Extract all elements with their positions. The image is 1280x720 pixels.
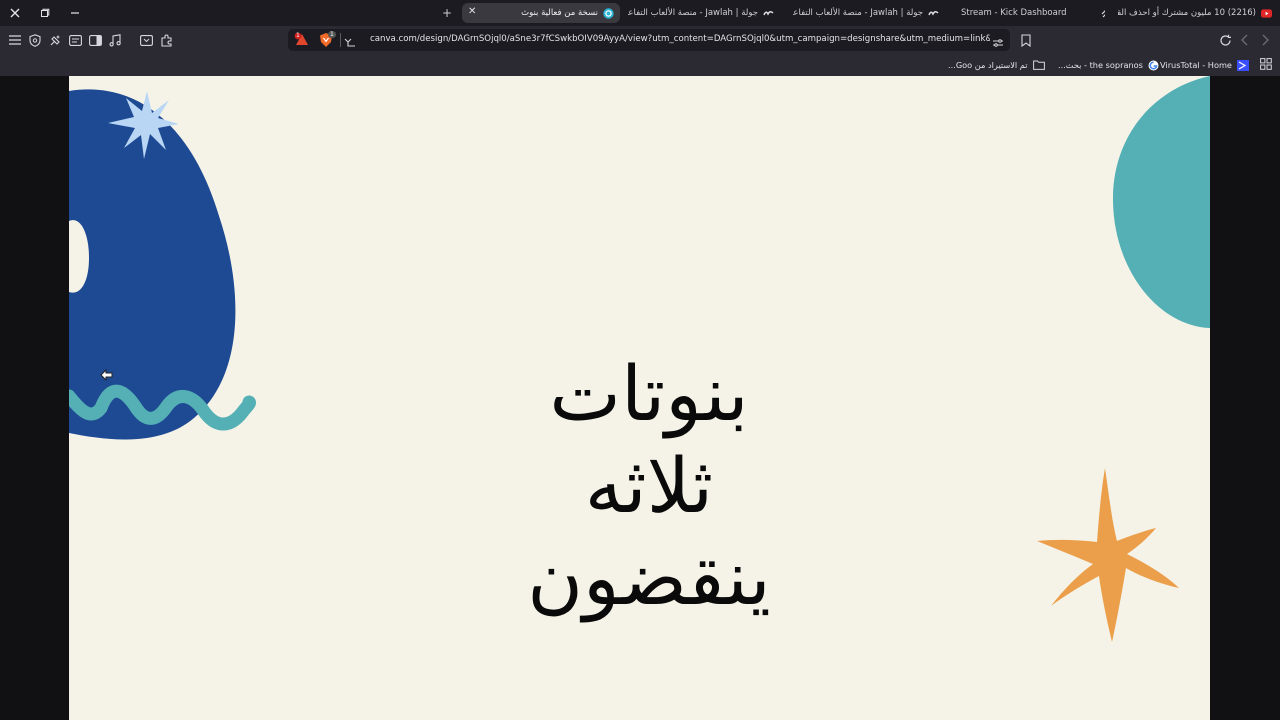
teal-half-circle [1112,76,1210,328]
title-line-2: ثلاثه [584,441,714,530]
google-icon [1148,60,1159,71]
restore-window-button[interactable] [30,0,60,26]
bookmark-virustotal[interactable]: VirusTotal - Home [1160,58,1249,72]
slide-title: بنوتات ثلاثه ينقضون [399,348,899,624]
tab-title: نسخة من فعالية بنوث [521,8,598,18]
apps-grid-button[interactable] [1260,58,1272,72]
presentation-viewport: بنوتات ثلاثه ينقضون [0,76,1280,720]
menu-icon[interactable] [7,32,23,48]
reading-list-icon[interactable] [67,32,83,48]
minimize-icon [71,12,79,14]
tab-jawlah-2[interactable]: جولة | Jawlah - منصة الألعاب التفاعلية [793,3,945,23]
extensions-icon[interactable] [158,32,174,48]
canva-icon [603,7,614,19]
brave-shield-icon[interactable]: 1 [318,31,336,48]
close-icon[interactable]: ✕ [468,6,476,17]
tab-jawlah-1[interactable]: جولة | Jawlah - منصة الألعاب التفاعلية [628,3,780,23]
url-text[interactable]: canva.com/design/DAGrnSOjql0/aSne3r7fCSw… [370,34,990,44]
bookmark-sopranos[interactable]: the sopranos - بحث... [1058,58,1159,72]
bookmark-label: VirusTotal - Home [1160,60,1232,70]
minimize-window-button[interactable] [60,0,90,26]
orange-star [1037,468,1179,642]
vpn-shield-icon[interactable] [27,32,43,48]
bookmark-label: تم الاستيراد من Goo... [948,60,1028,70]
tab-title: Stream - Kick Dashboard [961,8,1067,18]
ai-chat-icon[interactable] [47,32,63,48]
new-tab-button[interactable]: + [440,3,454,23]
bookmark-label: the sopranos - بحث... [1058,60,1143,70]
address-bar[interactable]: 1 1 canva.com/design/DAGrnSOjql0/aSne3r7… [288,29,1010,51]
back-icon[interactable] [1237,32,1253,48]
url-divider [340,33,341,47]
slide[interactable]: بنوتات ثلاثه ينقضون [69,76,1210,720]
bookmark-imported[interactable]: تم الاستيراد من Goo... [948,58,1045,72]
bookmarks-bar: تم الاستيراد من Goo... the sopranos - بح… [0,54,1280,76]
tab-bar: + نسخة من فعالية بنوث ✕ جولة | Jawlah - … [0,0,1280,26]
site-settings-icon[interactable] [992,34,1004,53]
folder-icon [1032,60,1045,70]
reload-icon[interactable] [1217,32,1233,48]
cursor-icon [100,367,114,382]
screenshot-icon[interactable] [138,32,154,48]
tab-title: جولة | Jawlah - منصة الألعاب التفاعلية [793,8,923,18]
title-line-1: بنوتات [549,349,749,438]
share-link-icon[interactable] [344,33,357,52]
tab-kick[interactable]: Stream - Kick Dashboard [955,3,1105,23]
jawlah-icon [928,8,939,19]
close-window-button[interactable] [0,0,30,26]
dark-blue-blob [69,89,236,440]
jawlah-icon [763,8,774,19]
youtube-icon [1261,8,1272,19]
virustotal-icon [1236,59,1249,71]
grid-icon [1260,58,1272,72]
shield-badge: 1 [328,31,336,38]
browser-toolbar: 1 1 canva.com/design/DAGrnSOjql0/aSne3r7… [0,26,1280,54]
tab-canva[interactable]: نسخة من فعالية بنوث ✕ [462,3,620,23]
rewards-badge: 1 [296,32,300,39]
title-line-3: ينقضون [527,533,771,622]
music-icon[interactable] [107,32,123,48]
forward-icon[interactable] [1257,32,1273,48]
tab-youtube[interactable]: (2216) 10 مليون مشترك أو احذف القناة [1118,3,1278,23]
restore-icon [41,8,50,17]
brave-rewards-icon[interactable]: 1 [294,32,310,48]
close-icon [10,8,20,18]
sidebar-icon[interactable] [87,32,103,48]
tab-title: (2216) 10 مليون مشترك أو احذف القناة [1118,8,1256,18]
mute-icon[interactable] [1101,8,1105,18]
plus-icon: + [441,6,453,20]
bookmark-icon[interactable] [1018,32,1034,48]
tab-title: جولة | Jawlah - منصة الألعاب التفاعلية [628,8,758,18]
